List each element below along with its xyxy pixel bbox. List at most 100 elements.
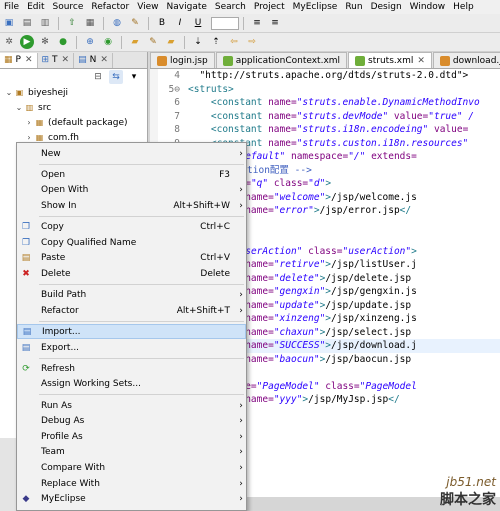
menu-item-paste[interactable]: ▤ Paste Ctrl+V [17, 251, 246, 266]
code-line[interactable]: <struts> [188, 83, 500, 97]
open-folder-icon[interactable]: ▰ [128, 35, 142, 49]
menu-item-new[interactable]: New › [17, 146, 246, 161]
debug-icon[interactable]: ✻ [38, 35, 52, 49]
expand-twisty-icon[interactable]: › [24, 133, 34, 142]
menu-item-label: Paste [41, 253, 66, 264]
settings-icon[interactable]: ✲ [2, 35, 16, 49]
menu-navigate[interactable]: Navigate [163, 0, 211, 14]
save-icon[interactable]: ▤ [20, 16, 34, 30]
menu-item-delete[interactable]: ✖ Delete Delete [17, 266, 246, 281]
underline-icon[interactable]: U [191, 16, 205, 30]
explorer-tab[interactable]: ▦ P ✕ [0, 52, 38, 68]
close-icon[interactable]: ✕ [100, 55, 108, 65]
menu-item-refresh[interactable]: ⟳ Refresh [17, 361, 246, 376]
menu-item-copy-qualified-name[interactable]: ❐ Copy Qualified Name [17, 235, 246, 250]
menu-item-build-path[interactable]: Build Path › [17, 288, 246, 303]
run-icon[interactable]: ▶ [20, 35, 34, 49]
menu-run[interactable]: Run [341, 0, 366, 14]
menu-item-debug-as[interactable]: Debug As › [17, 414, 246, 429]
expand-twisty-icon[interactable]: › [24, 118, 34, 127]
menu-icon-slot [17, 414, 35, 429]
italic-icon[interactable]: I [173, 16, 187, 30]
tree-item[interactable]: ⌄ ▥ src [0, 100, 147, 115]
editor-tab-label: login.jsp [170, 55, 208, 66]
menu-item-show-in[interactable]: Show In Alt+Shift+W › [17, 198, 246, 213]
xml-attribute: name= [245, 286, 274, 297]
menu-item-export[interactable]: ▤ Export... [17, 340, 246, 355]
menu-item-compare-with[interactable]: Compare With › [17, 460, 246, 475]
menu-file[interactable]: File [0, 0, 23, 14]
tree-item[interactable]: › ▦ (default package) [0, 115, 147, 130]
menu-design[interactable]: Design [367, 0, 406, 14]
menu-item-open[interactable]: Open F3 [17, 167, 246, 182]
back-icon[interactable]: ⇦ [227, 35, 241, 49]
menu-item-accelerator: Alt+Shift+T [176, 305, 230, 316]
align-center-icon[interactable]: ≡ [268, 16, 282, 30]
explorer-tab[interactable]: ▤ N ✕ [74, 52, 113, 68]
menu-item-refactor[interactable]: Refactor Alt+Shift+T › [17, 303, 246, 318]
prev-annotation-icon[interactable]: ⇡ [209, 35, 223, 49]
tree-item[interactable]: ⌄ ▣ biyesheji [0, 85, 147, 100]
collapse-all-icon[interactable]: ⊟ [91, 70, 105, 84]
explorer-tab[interactable]: ⊞ T ✕ [38, 52, 75, 68]
menu-source[interactable]: Source [49, 0, 88, 14]
link-editor-icon[interactable]: ⇆ [109, 70, 123, 84]
new-icon[interactable]: ▣ [2, 16, 16, 30]
pencil-icon[interactable]: ✎ [146, 35, 160, 49]
menu-refactor[interactable]: Refactor [87, 0, 133, 14]
menu-separator [39, 216, 244, 217]
menu-search[interactable]: Search [211, 0, 250, 14]
menu-item-import[interactable]: ▤ Import... [17, 324, 246, 340]
next-annotation-icon[interactable]: ⇣ [191, 35, 205, 49]
project-icon: ▣ [15, 88, 24, 97]
view-menu-icon[interactable]: ▾ [127, 70, 141, 84]
tools-icon[interactable]: ✎ [128, 16, 142, 30]
coverage-icon[interactable]: ● [56, 35, 70, 49]
new-class-icon[interactable]: ◉ [101, 35, 115, 49]
expand-twisty-icon[interactable]: ⌄ [14, 103, 24, 112]
close-icon[interactable]: ✕ [417, 56, 425, 66]
open-type-icon[interactable]: ▰ [164, 35, 178, 49]
close-icon[interactable]: ✕ [62, 55, 70, 65]
menu-window[interactable]: Window [406, 0, 450, 14]
menu-item-replace-with[interactable]: Replace With › [17, 476, 246, 491]
menu-project[interactable]: Project [250, 0, 289, 14]
menu-edit[interactable]: Edit [23, 0, 48, 14]
menu-item-profile-as[interactable]: Profile As › [17, 429, 246, 444]
editor-tab[interactable]: download.js [432, 52, 500, 68]
expand-twisty-icon[interactable]: ⌄ [4, 88, 14, 97]
code-line[interactable]: "http://struts.apache.org/dtds/struts-2.… [188, 69, 500, 83]
align-left-icon[interactable]: ≡ [250, 16, 264, 30]
menu-item-assign-working-sets[interactable]: Assign Working Sets... [17, 377, 246, 392]
submenu-arrow-icon: › [239, 148, 243, 159]
menu-icon-slot [17, 429, 35, 444]
editor-tab[interactable]: struts.xml ✕ [348, 52, 432, 68]
menu-item-team[interactable]: Team › [17, 445, 246, 460]
xml-value: "true" / [428, 110, 475, 122]
close-icon[interactable]: ✕ [25, 55, 33, 65]
menu-view[interactable]: View [133, 0, 162, 14]
refresh-icon: ⟳ [22, 363, 30, 374]
code-line[interactable]: <constant name="struts.i18n.encodeing" v… [188, 123, 500, 137]
menu-item-run-as[interactable]: Run As › [17, 398, 246, 413]
menu-item-open-with[interactable]: Open With › [17, 183, 246, 198]
menu-help[interactable]: Help [449, 0, 478, 14]
font-size-combo[interactable] [211, 16, 239, 30]
menu-myeclipse[interactable]: MyEclipse [289, 0, 342, 14]
editor-tab[interactable]: login.jsp [150, 52, 215, 68]
server-icon[interactable]: ▦ [83, 16, 97, 30]
bold-icon[interactable]: B [155, 16, 169, 30]
code-line[interactable]: <constant name="struts.enable.DynamicMet… [188, 96, 500, 110]
copy-icon: ❐ [21, 237, 31, 248]
code-line[interactable]: <constant name="struts.devMode" value="t… [188, 110, 500, 124]
new-java-project-icon[interactable]: ⊕ [83, 35, 97, 49]
web-browser-icon[interactable]: ◍ [110, 16, 124, 30]
explorer-tab-label: T [52, 55, 58, 65]
line-number: 8 [174, 124, 180, 135]
print-icon[interactable]: ▥ [38, 16, 52, 30]
deploy-icon[interactable]: ⇧ [65, 16, 79, 30]
forward-icon[interactable]: ⇨ [245, 35, 259, 49]
menu-item-myeclipse[interactable]: ◆ MyEclipse › [17, 492, 246, 507]
editor-tab[interactable]: applicationContext.xml [215, 52, 348, 68]
menu-item-copy[interactable]: ❐ Copy Ctrl+C [17, 220, 246, 235]
